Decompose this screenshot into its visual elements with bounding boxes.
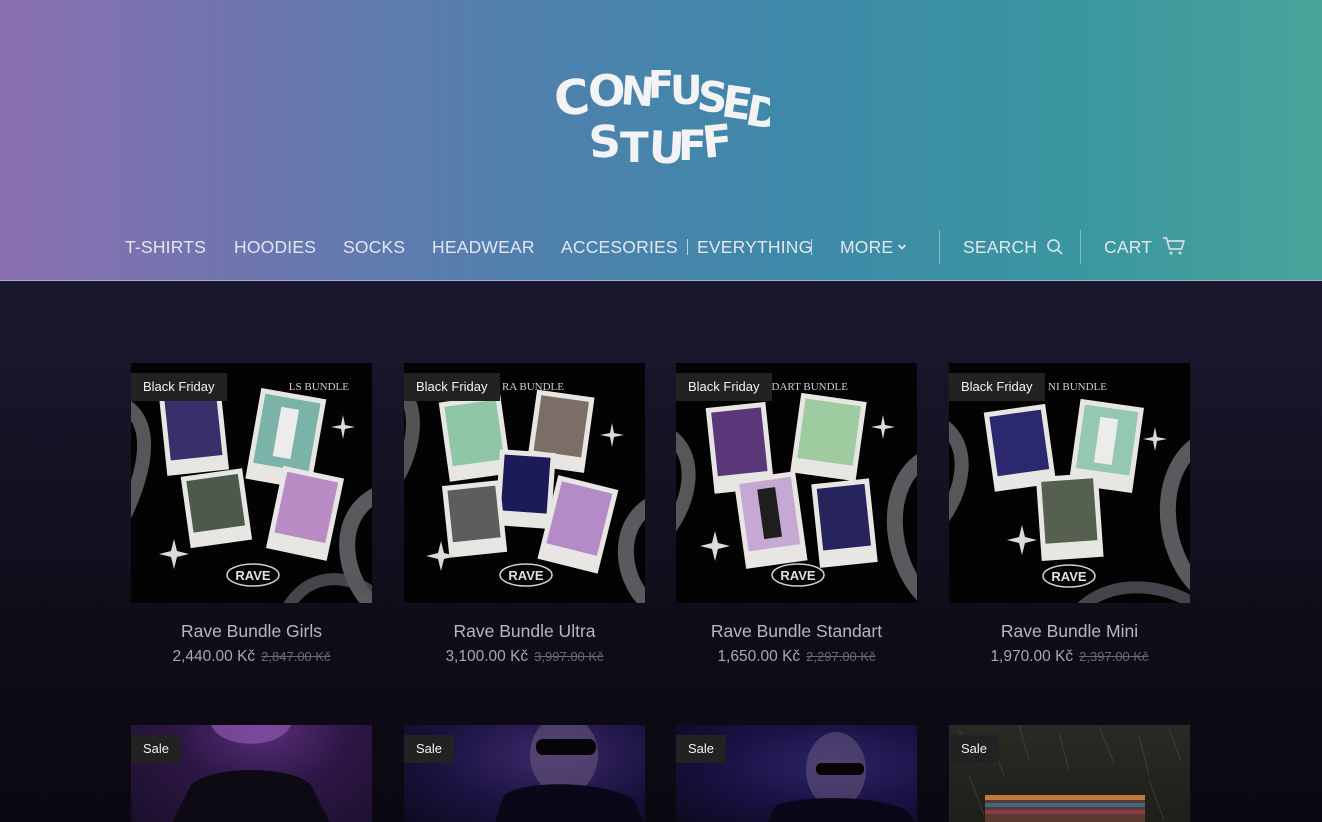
original-price: 3,997.00 Kč xyxy=(534,649,604,664)
product-title[interactable]: Rave Bundle Girls xyxy=(131,620,372,642)
svg-text:DART BUNDLE: DART BUNDLE xyxy=(772,381,849,393)
product-card[interactable]: RAVE RA BUNDLE Black Friday Rave Bundle … xyxy=(404,363,645,666)
black-friday-badge: Black Friday xyxy=(676,373,772,401)
sale-price: 1,650.00 Kč xyxy=(717,648,801,665)
black-friday-badge: Black Friday xyxy=(949,373,1045,401)
original-price: 2,397.00 Kč xyxy=(1079,649,1149,664)
svg-text:RAVE: RAVE xyxy=(508,568,543,583)
black-friday-badge: Black Friday xyxy=(131,373,227,401)
product-title[interactable]: Rave Bundle Mini xyxy=(949,620,1190,642)
product-card[interactable]: RAVE NI BUNDLE Black Friday Rave Bundle … xyxy=(949,363,1190,666)
product-image[interactable]: Sale xyxy=(949,725,1190,822)
product-card[interactable]: RAVE DART BUNDLE Black Friday Rave Bundl… xyxy=(676,363,917,666)
svg-text:NI BUNDLE: NI BUNDLE xyxy=(1048,381,1107,393)
product-title[interactable]: Rave Bundle Standart xyxy=(676,620,917,642)
original-price: 2,847.00 Kč xyxy=(261,649,331,664)
product-grid: RAVE LS BUNDLE Black Friday Rave Bundle … xyxy=(0,0,1322,822)
sale-price: 2,440.00 Kč xyxy=(172,648,256,665)
product-image[interactable]: RAVE NI BUNDLE Black Friday xyxy=(949,363,1190,603)
svg-text:RAVE: RAVE xyxy=(780,568,815,583)
product-image[interactable]: Sale xyxy=(131,725,372,822)
product-card[interactable]: Sale xyxy=(676,725,917,822)
price-row: 1,650.00 Kč 2,297.00 Kč xyxy=(676,648,917,666)
sale-price: 1,970.00 Kč xyxy=(990,648,1074,665)
price-row: 3,100.00 Kč 3,997.00 Kč xyxy=(404,648,645,666)
sale-badge: Sale xyxy=(676,735,727,763)
price-row: 2,440.00 Kč 2,847.00 Kč xyxy=(131,648,372,666)
product-title[interactable]: Rave Bundle Ultra xyxy=(404,620,645,642)
svg-text:RAVE: RAVE xyxy=(235,568,270,583)
product-card[interactable]: Sale xyxy=(131,725,372,822)
black-friday-badge: Black Friday xyxy=(404,373,500,401)
product-card[interactable]: RAVE LS BUNDLE Black Friday Rave Bundle … xyxy=(131,363,372,666)
product-image[interactable]: Sale xyxy=(676,725,917,822)
product-card[interactable]: Sale xyxy=(949,725,1190,822)
price-row: 1,970.00 Kč 2,397.00 Kč xyxy=(949,648,1190,666)
svg-text:LS BUNDLE: LS BUNDLE xyxy=(289,381,349,393)
product-image[interactable]: RAVE RA BUNDLE Black Friday xyxy=(404,363,645,603)
sale-badge: Sale xyxy=(404,735,455,763)
product-image[interactable]: RAVE DART BUNDLE Black Friday xyxy=(676,363,917,603)
sale-badge: Sale xyxy=(131,735,182,763)
svg-text:RA BUNDLE: RA BUNDLE xyxy=(502,381,564,393)
sale-badge: Sale xyxy=(949,735,1000,763)
sale-price: 3,100.00 Kč xyxy=(445,648,529,665)
product-card[interactable]: Sale xyxy=(404,725,645,822)
product-image[interactable]: RAVE LS BUNDLE Black Friday xyxy=(131,363,372,603)
product-image[interactable]: Sale xyxy=(404,725,645,822)
svg-text:RAVE: RAVE xyxy=(1051,569,1086,584)
original-price: 2,297.00 Kč xyxy=(806,649,876,664)
